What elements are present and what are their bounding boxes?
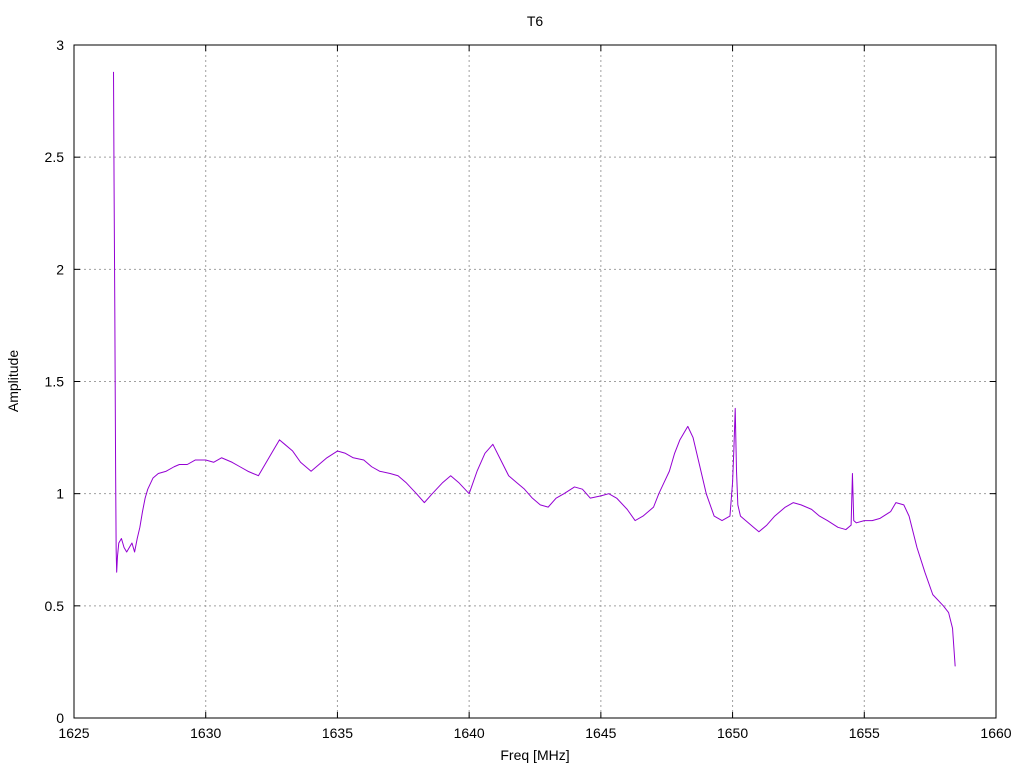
x-tick-label: 1655 <box>849 725 880 741</box>
x-tick-label: 1660 <box>980 725 1011 741</box>
y-tick-label: 1 <box>56 486 64 502</box>
x-tick-label: 1630 <box>190 725 221 741</box>
series-layer <box>113 71 956 667</box>
grid <box>74 45 996 718</box>
y-tick-label: 3 <box>56 37 64 53</box>
y-tick-label: 1.5 <box>45 374 65 390</box>
x-tick-label: 1635 <box>322 725 353 741</box>
x-tick-label: 1650 <box>717 725 748 741</box>
y-tick-labels: 0 0.5 1 1.5 2 2.5 3 <box>45 37 65 726</box>
x-tick-label: 1645 <box>585 725 616 741</box>
x-tick-labels: 1625 1630 1635 1640 1645 1650 1655 1660 <box>58 725 1011 741</box>
y-tick-label: 2.5 <box>45 149 65 165</box>
chart: 1625 1630 1635 1640 1645 1650 1655 1660 0 0.5 1 1.… <box>5 13 1012 763</box>
y-axis-title: Amplitude <box>5 350 21 412</box>
x-axis-title: Freq [MHz] <box>500 747 569 763</box>
y-tick-label: 0.5 <box>45 598 65 614</box>
x-tick-label: 1625 <box>58 725 89 741</box>
y-tick-label: 2 <box>56 261 64 277</box>
chart-title: T6 <box>527 13 544 29</box>
series-line <box>113 71 956 667</box>
y-tick-label: 0 <box>56 710 64 726</box>
x-tick-label: 1640 <box>454 725 485 741</box>
